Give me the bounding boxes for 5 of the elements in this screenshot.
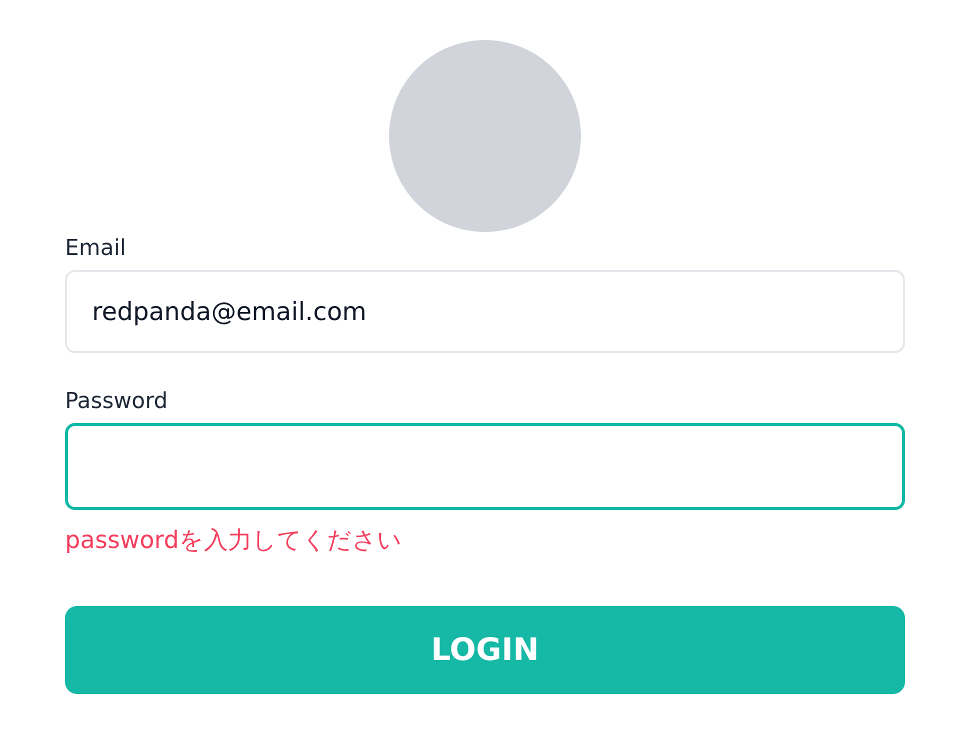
field-label: Email bbox=[65, 235, 126, 263]
input-field[interactable]: redpanda@email.com bbox=[65, 270, 905, 353]
input-field[interactable] bbox=[65, 423, 905, 510]
field-label: Password bbox=[65, 388, 168, 416]
error-message: passwordを入力してください bbox=[65, 525, 402, 556]
